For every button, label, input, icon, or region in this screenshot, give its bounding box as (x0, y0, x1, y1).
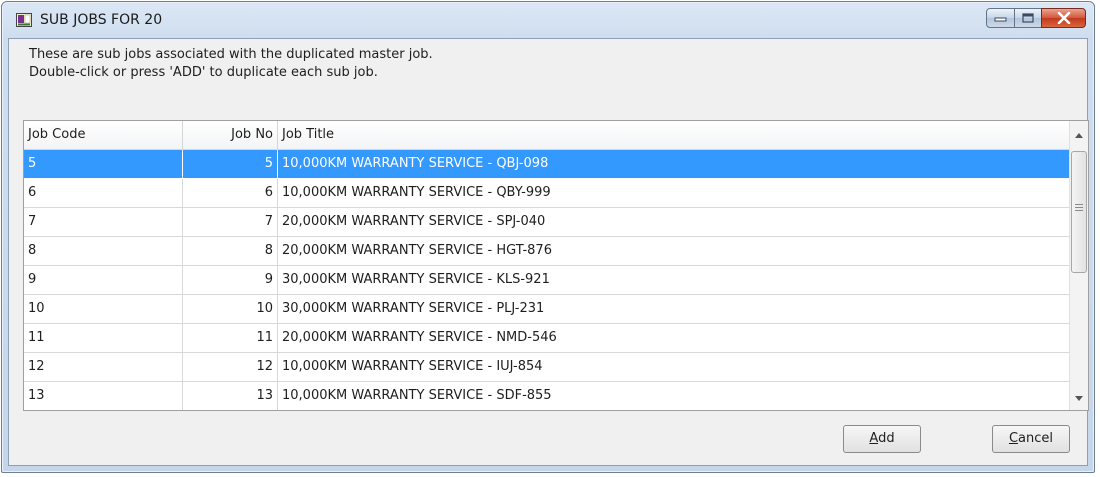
vertical-scrollbar[interactable] (1069, 121, 1088, 410)
cell-job-code: 8 (24, 237, 183, 266)
table-row[interactable]: 9 9 30,000KM WARRANTY SERVICE - KLS-921 (24, 266, 1070, 295)
cell-job-code: 11 (24, 324, 183, 353)
cell-job-title: 20,000KM WARRANTY SERVICE - SPJ-040 (278, 208, 1070, 237)
cell-job-no: 10 (183, 295, 278, 324)
dialog-window: SUB JOBS FOR 20 These are sub jobs assoc… (1, 1, 1095, 473)
add-button-mnemonic: A (869, 431, 879, 446)
cell-job-title: 20,000KM WARRANTY SERVICE - NMD-546 (278, 324, 1070, 353)
cell-job-no: 12 (183, 353, 278, 382)
scroll-down-button[interactable] (1070, 388, 1088, 408)
window-controls (986, 8, 1086, 28)
cell-job-title: 10,000KM WARRANTY SERVICE - IUJ-854 (278, 353, 1070, 382)
cell-job-no: 9 (183, 266, 278, 295)
close-icon (1057, 12, 1070, 24)
maximize-button[interactable] (1014, 8, 1042, 28)
column-header-job-no[interactable]: Job No (183, 121, 278, 149)
cell-job-title: 30,000KM WARRANTY SERVICE - KLS-921 (278, 266, 1070, 295)
cell-job-title: 30,000KM WARRANTY SERVICE - PLJ-231 (278, 295, 1070, 324)
close-button[interactable] (1041, 8, 1086, 28)
cell-job-title: 10,000KM WARRANTY SERVICE - QBY-999 (278, 179, 1070, 208)
instruction-line-1: These are sub jobs associated with the d… (29, 47, 433, 62)
add-button-label: dd (878, 431, 895, 446)
cell-job-no: 13 (183, 382, 278, 410)
cell-job-no: 5 (183, 150, 278, 179)
grid-header: Job Code Job No Job Title (24, 121, 1070, 150)
minimize-icon (994, 17, 1007, 22)
instructions: These are sub jobs associated with the d… (29, 46, 433, 82)
scroll-down-arrow-icon (1075, 395, 1083, 401)
cell-job-no: 8 (183, 237, 278, 266)
cell-job-no: 6 (183, 179, 278, 208)
maximize-icon (1022, 13, 1034, 23)
table-row[interactable]: 10 10 30,000KM WARRANTY SERVICE - PLJ-23… (24, 295, 1070, 324)
scroll-up-arrow-icon (1075, 132, 1083, 138)
table-row[interactable]: 5 5 10,000KM WARRANTY SERVICE - QBJ-098 (24, 150, 1070, 179)
window-title: SUB JOBS FOR 20 (40, 12, 163, 28)
instruction-line-2: Double-click or press 'ADD' to duplicate… (29, 65, 378, 80)
cell-job-code: 9 (24, 266, 183, 295)
cell-job-code: 13 (24, 382, 183, 410)
sub-jobs-grid[interactable]: Job Code Job No Job Title 5 5 10,000KM W… (23, 120, 1089, 411)
dialog-client-area: These are sub jobs associated with the d… (8, 38, 1089, 466)
cancel-button[interactable]: Cancel (992, 425, 1070, 453)
cell-job-code: 7 (24, 208, 183, 237)
cell-job-code: 5 (24, 150, 183, 179)
table-row[interactable]: 8 8 20,000KM WARRANTY SERVICE - HGT-876 (24, 237, 1070, 266)
table-row[interactable]: 11 11 20,000KM WARRANTY SERVICE - NMD-54… (24, 324, 1070, 353)
scroll-up-button[interactable] (1070, 125, 1088, 145)
grip-icon (1075, 204, 1083, 211)
cell-job-no: 11 (183, 324, 278, 353)
scroll-thumb[interactable] (1071, 151, 1087, 273)
table-row[interactable]: 12 12 10,000KM WARRANTY SERVICE - IUJ-85… (24, 353, 1070, 382)
cell-job-title: 20,000KM WARRANTY SERVICE - HGT-876 (278, 237, 1070, 266)
cell-job-title: 10,000KM WARRANTY SERVICE - QBJ-098 (278, 150, 1070, 179)
column-header-job-code[interactable]: Job Code (24, 121, 183, 149)
cell-job-title: 10,000KM WARRANTY SERVICE - SDF-855 (278, 382, 1070, 410)
cell-job-code: 12 (24, 353, 183, 382)
grid-rows: 5 5 10,000KM WARRANTY SERVICE - QBJ-098 … (24, 150, 1070, 410)
table-row[interactable]: 7 7 20,000KM WARRANTY SERVICE - SPJ-040 (24, 208, 1070, 237)
cancel-button-mnemonic: C (1008, 431, 1019, 446)
column-header-job-title[interactable]: Job Title (278, 121, 1070, 149)
minimize-button[interactable] (986, 8, 1015, 28)
cell-job-code: 10 (24, 295, 183, 324)
cancel-button-label: ancel (1018, 431, 1054, 446)
cell-job-no: 7 (183, 208, 278, 237)
add-button[interactable]: Add (843, 425, 921, 453)
table-row[interactable]: 6 6 10,000KM WARRANTY SERVICE - QBY-999 (24, 179, 1070, 208)
app-window-icon (16, 13, 32, 27)
cell-job-code: 6 (24, 179, 183, 208)
title-bar[interactable]: SUB JOBS FOR 20 (2, 2, 1094, 38)
table-row[interactable]: 13 13 10,000KM WARRANTY SERVICE - SDF-85… (24, 382, 1070, 410)
